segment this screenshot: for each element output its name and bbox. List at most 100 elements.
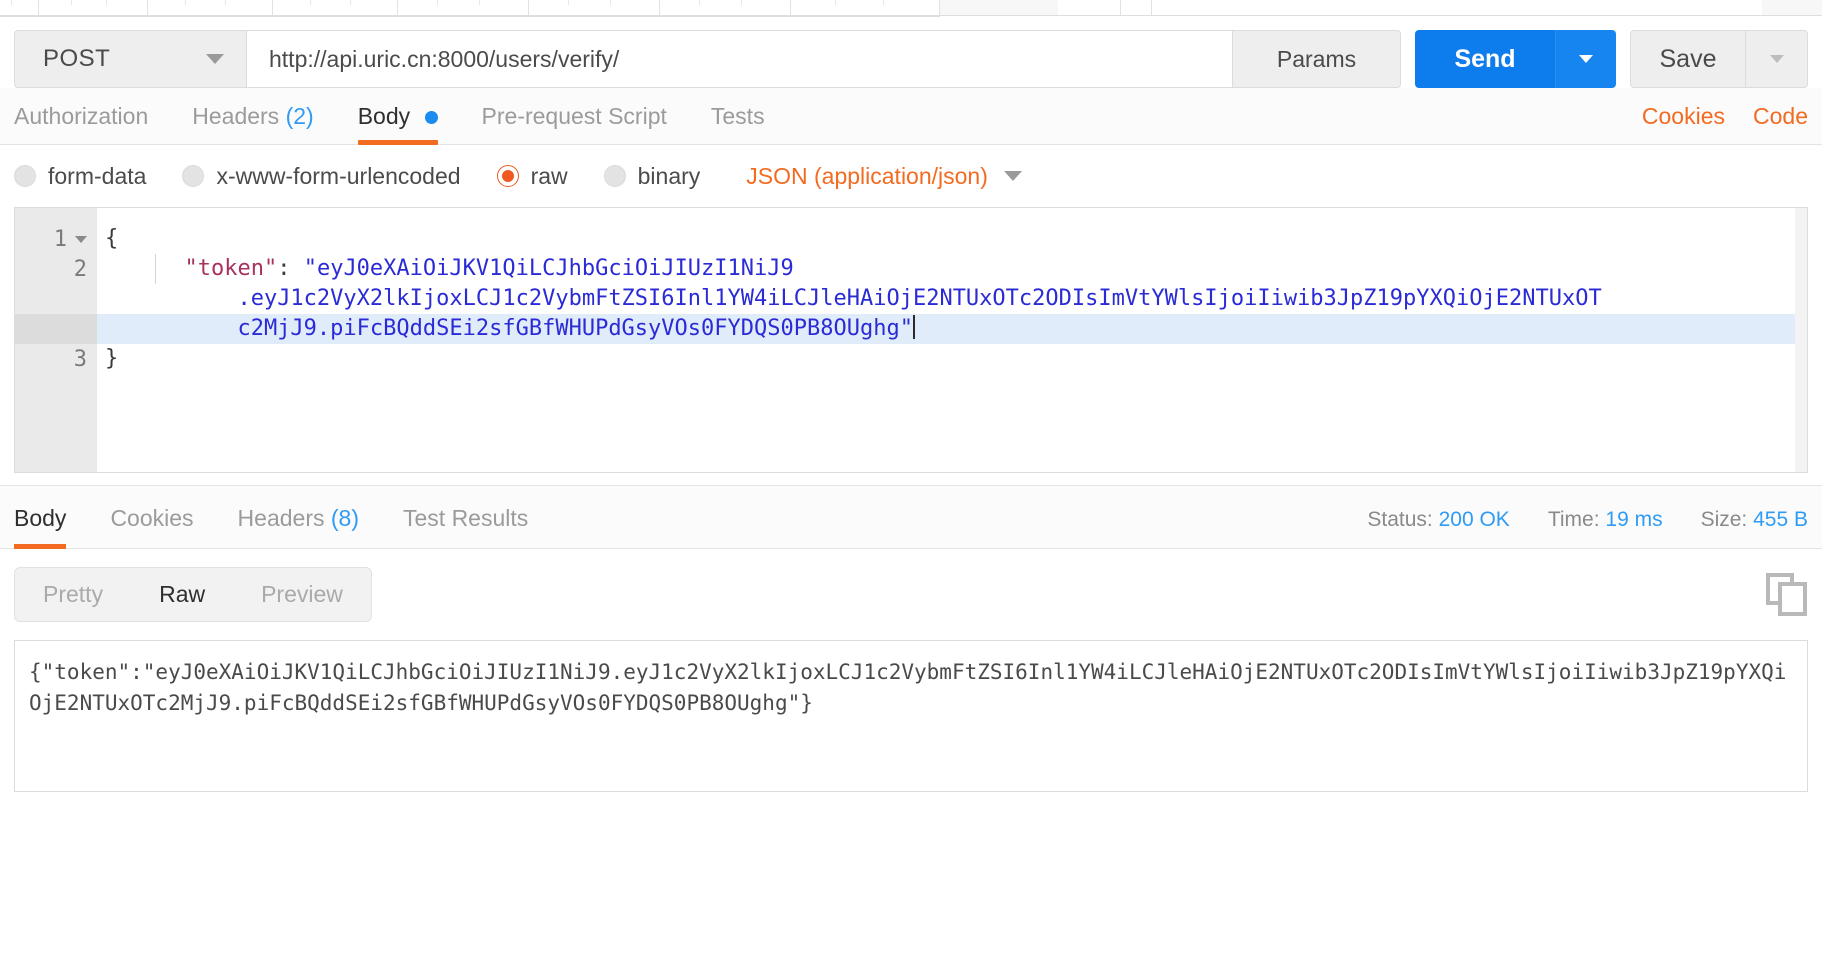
code-line-wrapped: .eyJ1c2VyX2lkIjoxLCJ1c2VybmFtZSI6Inl1YW4… [97,284,1807,314]
gutter-line [15,314,97,344]
tab-label: Headers [192,103,280,129]
time-label: Time: [1547,508,1600,531]
editor-line-gutter: 1 2 3 [15,208,97,472]
tab-tick [437,0,438,5]
active-tab-underline [14,544,67,549]
tab-body[interactable]: Body [357,103,438,145]
status-value: 200 OK [1438,508,1510,531]
tab-tests[interactable]: Tests [711,103,765,144]
tab-label: Headers [237,505,325,531]
view-raw-button[interactable]: Raw [131,568,234,621]
tab-authorization[interactable]: Authorization [14,103,148,144]
fold-toggle-icon[interactable] [75,235,87,243]
line-number: 2 [73,256,87,282]
body-type-label: form-data [48,162,147,189]
tab-tick [882,0,884,5]
params-button[interactable]: Params [1232,30,1401,88]
http-method-label: POST [43,45,111,72]
chevron-down-icon [1003,171,1022,181]
tab-label: Tests [710,103,765,129]
body-type-raw[interactable]: raw [496,162,568,190]
request-body-editor[interactable]: 1 2 3 { "token": "eyJ0eXAiOiJKV1QiLCJhbG… [14,207,1808,473]
content-type-selector[interactable]: JSON (application/json) [746,163,1022,190]
request-tab-bar: Authorization Headers (2) Body Pre-reque… [0,88,1822,145]
response-body-raw[interactable]: {"token":"eyJ0eXAiOiJKV1QiLCJhbGciOiJIUz… [14,640,1808,792]
tab-headers[interactable]: Headers (2) [192,103,313,144]
json-colon: : [277,256,304,281]
code-text: { [105,226,119,251]
response-tab-test-results[interactable]: Test Results [403,505,528,548]
line-number: 1 [53,226,67,252]
response-view-row: Pretty Raw Preview [0,549,1822,622]
tab-tick [105,0,107,5]
send-button[interactable]: Send [1415,30,1555,88]
body-modified-dot-icon [424,111,438,125]
send-options-button[interactable] [1555,30,1616,88]
status-meta: Status: 200 OK [1367,508,1509,532]
size-label: Size: [1700,508,1748,531]
window-tab-overflow [1152,0,1762,16]
editor-code-area[interactable]: { "token": "eyJ0eXAiOiJKV1QiLCJhbGciOiJI… [97,208,1807,472]
tab-tick [310,0,312,5]
chevron-down-icon [206,54,224,64]
line-number: 3 [73,346,87,372]
tab-tick [11,0,13,5]
body-type-label: x-www-form-urlencoded [216,162,461,189]
code-text: } [105,346,119,371]
tab-strip-gap [940,0,1058,16]
status-label: Status: [1367,508,1433,531]
time-meta: Time: 19 ms [1548,508,1663,532]
radio-icon [182,165,205,187]
active-tab-underline [357,140,438,145]
url-input[interactable]: http://api.uric.cn:8000/users/verify/ [246,30,1232,88]
view-pretty-button[interactable]: Pretty [15,568,131,621]
save-options-button[interactable] [1746,30,1808,88]
code-line: { [97,224,1807,254]
body-type-row: form-data x-www-form-urlencoded raw bina… [0,145,1822,207]
body-type-binary[interactable]: binary [603,163,700,190]
tab-tick [71,0,73,5]
response-tab-body[interactable]: Body [14,505,67,549]
copy-icon-front-sheet [1778,581,1807,616]
save-button[interactable]: Save [1630,30,1746,88]
content-type-label: JSON (application/json) [746,162,988,189]
cookies-link[interactable]: Cookies [1642,103,1725,130]
tab-tick [609,0,611,5]
tab-label: Pre-request Script [481,103,667,129]
chevron-down-icon [1769,55,1784,63]
body-type-label: raw [530,162,568,189]
tab-slivers-right [1058,0,1762,16]
response-view-toggle: Pretty Raw Preview [14,567,372,622]
window-tab-active[interactable] [1058,0,1121,16]
json-key: "token" [184,256,278,281]
response-tab-headers[interactable]: Headers (8) [238,505,359,548]
body-type-urlencoded[interactable]: x-www-form-urlencoded [182,162,461,190]
editor-scrollbar[interactable] [1795,208,1807,472]
body-type-form-data[interactable]: form-data [14,163,146,190]
tab-tick [185,0,187,5]
json-string-part3: c2MjJ9.piFcBQddSEi2sfGBfWHUPdGsyVOs0FYDQ… [237,316,913,341]
code-line-wrapped-active: c2MjJ9.piFcBQddSEi2sfGBfWHUPdGsyVOs0FYDQ… [97,314,1807,344]
tab-strip-divider [0,15,1822,16]
window-tab[interactable] [1121,0,1152,16]
response-tab-cookies[interactable]: Cookies [110,505,193,548]
code-link[interactable]: Code [1753,103,1808,130]
view-preview-button[interactable]: Preview [233,568,371,621]
gutter-line: 1 [15,224,97,254]
tab-tick [478,0,480,5]
tab-pre-request-script[interactable]: Pre-request Script [482,103,667,144]
size-value: 455 B [1753,508,1808,531]
text-cursor [912,315,915,339]
http-method-selector[interactable]: POST [14,30,246,88]
code-line: } [97,344,1807,374]
section-spacer [0,473,1822,485]
request-url-bar: POST http://api.uric.cn:8000/users/verif… [0,16,1822,88]
request-tab-bar-actions: Cookies Code [1642,103,1808,144]
code-line: "token": "eyJ0eXAiOiJKV1QiLCJhbGciOiJIUz… [97,254,1807,284]
size-meta: Size: 455 B [1701,508,1808,532]
tab-slivers [0,0,940,17]
copy-icon[interactable] [1766,572,1808,617]
tab-tick [349,0,351,5]
tab-tick [568,0,569,5]
gutter-line: 3 [15,344,97,374]
